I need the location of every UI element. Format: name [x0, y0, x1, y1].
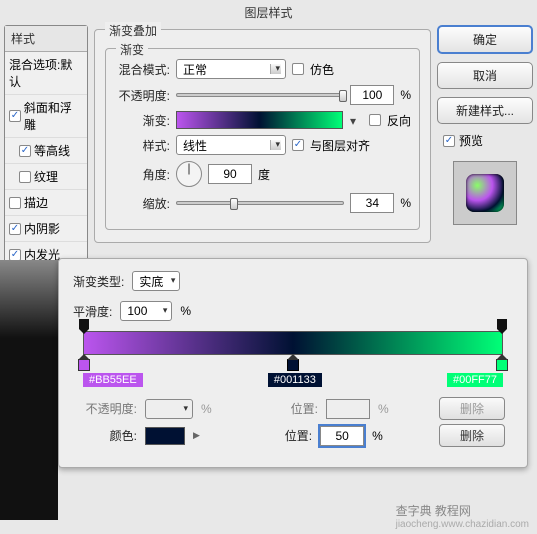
stop-position-label: 位置:	[262, 400, 318, 417]
gradient-label: 渐变:	[114, 112, 170, 129]
hex-badge: #BB55EE	[83, 373, 143, 387]
dither-checkbox[interactable]	[292, 63, 304, 75]
checkbox-icon[interactable]	[9, 249, 21, 261]
color-position-input[interactable]: 50	[320, 426, 364, 446]
bg-shadow	[0, 260, 58, 520]
style-texture[interactable]: 纹理	[5, 164, 87, 190]
style-inner-shadow[interactable]: 内阴影	[5, 216, 87, 242]
style-contour[interactable]: 等高线	[5, 138, 87, 164]
dither-label: 仿色	[310, 61, 334, 78]
blend-mode-select[interactable]: 正常	[176, 59, 286, 79]
chevron-down-icon[interactable]: ▶	[193, 430, 200, 441]
blend-mode-label: 混合模式:	[114, 61, 170, 78]
gradient-type-select[interactable]: 实底	[132, 271, 180, 291]
align-checkbox[interactable]	[292, 139, 304, 151]
angle-dial[interactable]	[176, 161, 202, 187]
stop-opacity-input[interactable]	[145, 399, 193, 419]
styles-header: 样式	[5, 26, 87, 52]
delete-color-button[interactable]: 删除	[439, 424, 505, 447]
smoothness-label: 平滑度:	[73, 303, 112, 320]
reverse-label: 反向	[387, 112, 411, 129]
gradient-editor-panel: 渐变类型: 实底 平滑度: 100 % #BB55EE #001133 #00F…	[58, 258, 528, 468]
checkbox-icon[interactable]	[9, 223, 21, 235]
new-style-button[interactable]: 新建样式...	[437, 97, 533, 124]
style-stroke[interactable]: 描边	[5, 190, 87, 216]
color-position-label: 位置:	[256, 427, 312, 444]
preview-label: 预览	[459, 132, 483, 149]
checkbox-icon[interactable]	[19, 145, 31, 157]
watermark: 查字典 教程网 jiaocheng.www.chazidian.com	[396, 502, 529, 530]
color-stop[interactable]	[78, 359, 90, 371]
gradient-bar[interactable]	[83, 331, 503, 355]
stop-opacity-label: 不透明度:	[81, 400, 137, 417]
stop-color-label: 颜色:	[81, 427, 137, 444]
opacity-stop[interactable]	[79, 319, 89, 329]
dialog-title: 图层样式	[0, 0, 537, 25]
gradient-type-label: 渐变类型:	[73, 273, 124, 290]
color-stop[interactable]	[287, 359, 299, 371]
smoothness-select[interactable]: 100	[120, 301, 172, 321]
checkbox-icon[interactable]	[9, 197, 21, 209]
hex-badge: #00FF77	[447, 373, 503, 387]
delete-stop-button[interactable]: 删除	[439, 397, 505, 420]
opacity-input[interactable]: 100	[350, 85, 394, 105]
color-swatch[interactable]	[145, 427, 185, 445]
gradient-swatch[interactable]	[176, 111, 343, 129]
group-legend: 渐变叠加	[105, 22, 161, 39]
style-select[interactable]: 线性	[176, 135, 286, 155]
checkbox-icon[interactable]	[19, 171, 31, 183]
scale-label: 缩放:	[114, 195, 170, 212]
opacity-label: 不透明度:	[114, 87, 170, 104]
scale-slider[interactable]	[176, 201, 344, 205]
angle-label: 角度:	[114, 166, 170, 183]
opacity-slider[interactable]	[176, 93, 344, 97]
color-stop[interactable]	[496, 359, 508, 371]
preview-thumb	[453, 161, 517, 225]
reverse-checkbox[interactable]	[369, 114, 381, 126]
gradient-subgroup: 渐变 混合模式: 正常 仿色 不透明度: 100 % 渐变:	[105, 48, 420, 230]
style-label: 样式:	[114, 137, 170, 154]
ok-button[interactable]: 确定	[437, 25, 533, 54]
blending-options[interactable]: 混合选项:默认	[5, 52, 87, 95]
cancel-button[interactable]: 取消	[437, 62, 533, 89]
opacity-stop[interactable]	[497, 319, 507, 329]
scale-input[interactable]: 34	[350, 193, 394, 213]
gradient-overlay-group: 渐变叠加 渐变 混合模式: 正常 仿色 不透明度: 100 % 渐变:	[94, 29, 431, 243]
align-label: 与图层对齐	[310, 137, 370, 154]
style-bevel[interactable]: 斜面和浮雕	[5, 95, 87, 138]
hex-badge: #001133	[268, 373, 322, 387]
subgroup-legend: 渐变	[116, 41, 148, 58]
preview-checkbox[interactable]	[443, 135, 455, 147]
stop-position-input[interactable]	[326, 399, 370, 419]
checkbox-icon[interactable]	[9, 110, 21, 122]
angle-input[interactable]: 90	[208, 164, 252, 184]
